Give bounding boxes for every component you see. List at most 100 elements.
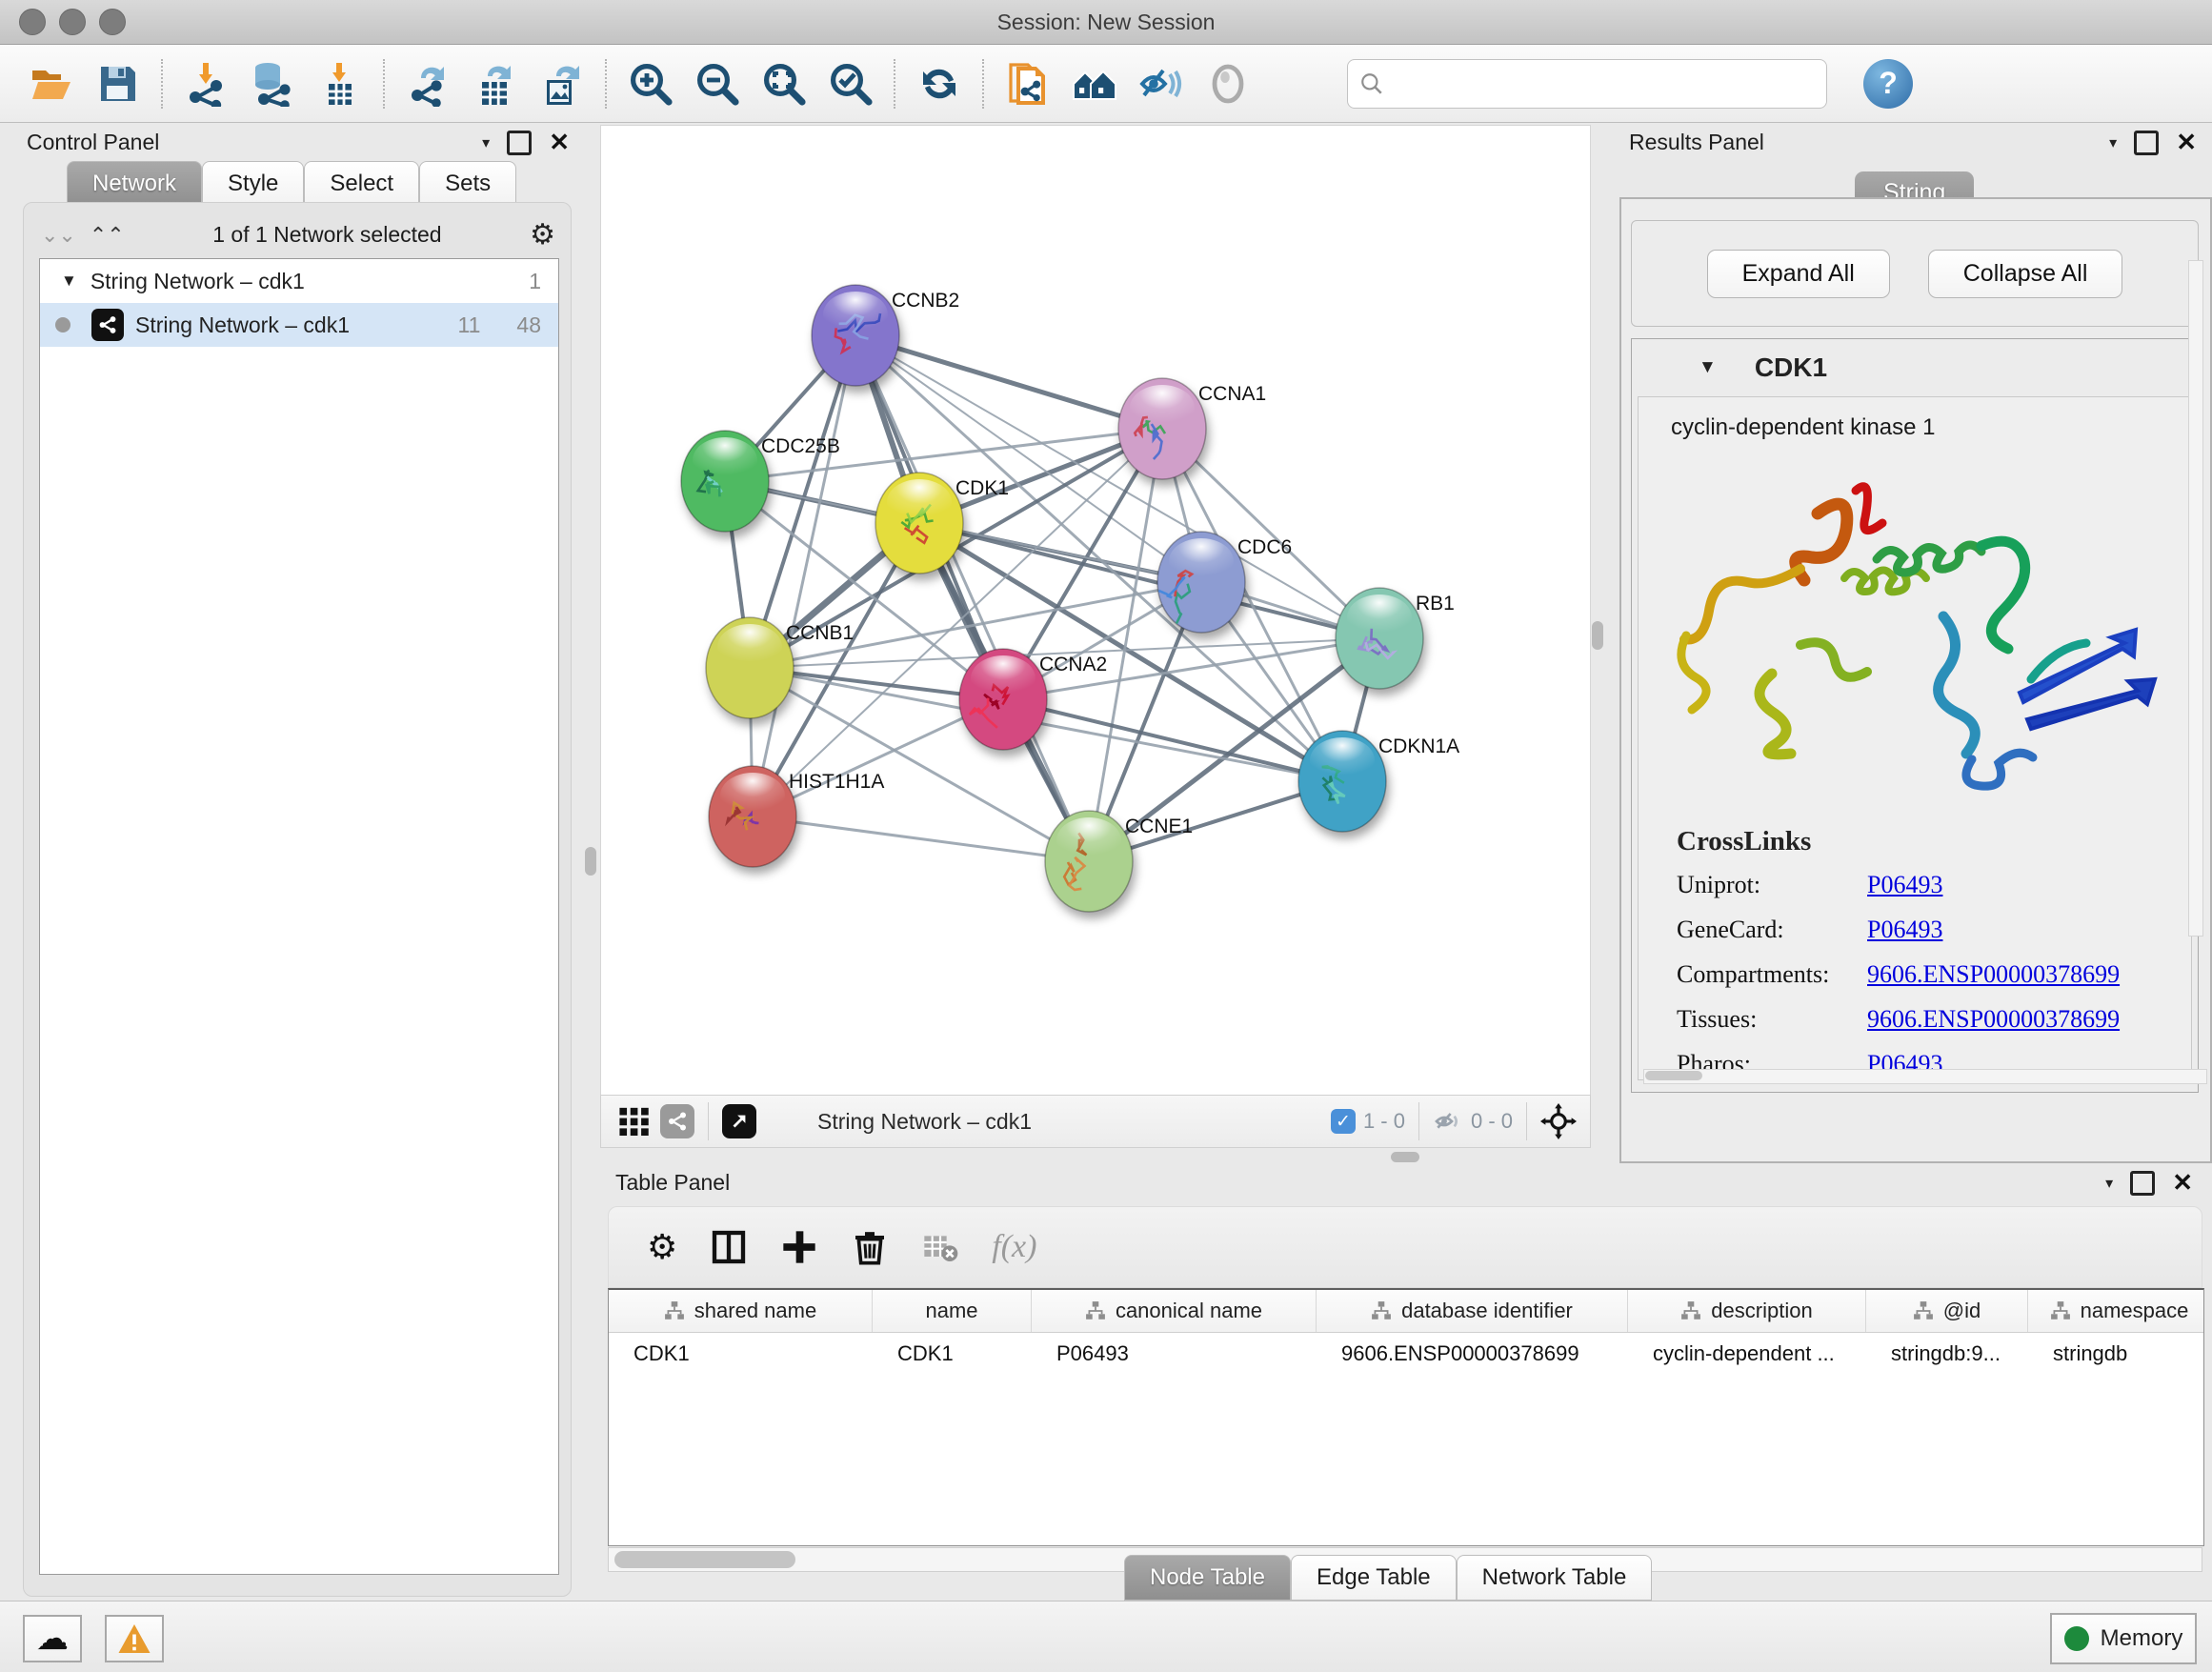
horizontal-splitter-handle[interactable] bbox=[1391, 1152, 1419, 1162]
refresh-button[interactable] bbox=[913, 57, 966, 111]
import-table-from-file-button[interactable] bbox=[313, 57, 367, 111]
expand-all-networks-icon[interactable]: ⌃⌃ bbox=[90, 230, 125, 240]
column-header-description[interactable]: description bbox=[1628, 1290, 1866, 1332]
network-node-CDK1[interactable]: CDK1 bbox=[875, 473, 1009, 574]
save-session-button[interactable] bbox=[91, 57, 145, 111]
tab-network-table[interactable]: Network Table bbox=[1457, 1555, 1653, 1601]
zoom-in-button[interactable] bbox=[624, 57, 677, 111]
export-network-button[interactable] bbox=[402, 57, 455, 111]
column-header-shared-name[interactable]: shared name bbox=[609, 1290, 873, 1332]
crosslink-link[interactable]: 9606.ENSP00000378699 bbox=[1867, 1005, 2120, 1034]
float-panel-icon[interactable] bbox=[2130, 1171, 2155, 1196]
results-horizontal-scrollbar[interactable] bbox=[1643, 1069, 2207, 1084]
crosslink-link[interactable]: P06493 bbox=[1867, 871, 1942, 899]
expand-all-button[interactable]: Expand All bbox=[1707, 250, 1890, 298]
right-splitter-handle[interactable] bbox=[1592, 621, 1603, 650]
network-options-gear-icon[interactable]: ⚙ bbox=[530, 218, 555, 252]
network-edge[interactable] bbox=[919, 523, 1379, 638]
table-cell[interactable]: stringdb:9... bbox=[1866, 1333, 2028, 1375]
column-header-canonical-name[interactable]: canonical name bbox=[1032, 1290, 1317, 1332]
column-header-namespace[interactable]: namespace bbox=[2028, 1290, 2204, 1332]
close-panel-icon[interactable]: ✕ bbox=[2172, 1168, 2193, 1198]
table-cell[interactable]: stringdb bbox=[2028, 1333, 2204, 1375]
collection-expand-icon[interactable]: ▼ bbox=[61, 272, 77, 291]
network-node-CDC6[interactable]: CDC6 bbox=[1157, 532, 1292, 633]
tab-sets[interactable]: Sets bbox=[419, 161, 516, 207]
tab-style[interactable]: Style bbox=[202, 161, 304, 207]
network-node-CCNA2[interactable]: CCNA2 bbox=[959, 649, 1107, 750]
panel-menu-icon[interactable]: ▾ bbox=[2109, 133, 2117, 152]
scrollbar-thumb[interactable] bbox=[614, 1551, 795, 1568]
network-edge[interactable] bbox=[855, 335, 1162, 429]
import-network-from-file-button[interactable] bbox=[180, 57, 233, 111]
selected-checkbox-icon[interactable]: ✓ bbox=[1331, 1109, 1356, 1134]
float-panel-icon[interactable] bbox=[507, 131, 532, 155]
column-header--id[interactable]: @id bbox=[1866, 1290, 2028, 1332]
network-collection-row[interactable]: ▼ String Network – cdk1 1 bbox=[40, 259, 558, 303]
export-table-button[interactable] bbox=[469, 57, 522, 111]
network-edge[interactable] bbox=[753, 335, 855, 816]
table-cell[interactable]: CDK1 bbox=[873, 1333, 1032, 1375]
show-all-button[interactable] bbox=[1201, 57, 1255, 111]
birds-eye-toggle-button[interactable] bbox=[722, 1104, 756, 1138]
network-canvas[interactable]: CCNB2CCNA1CDC25BCDK1CDC6RB1CCNB1CCNA2CDK… bbox=[600, 125, 1591, 1096]
table-row[interactable]: CDK1CDK1P064939606.ENSP00000378699cyclin… bbox=[609, 1333, 2203, 1375]
delete-column-icon[interactable] bbox=[851, 1228, 889, 1266]
zoom-selected-button[interactable] bbox=[824, 57, 877, 111]
table-options-gear-icon[interactable]: ⚙ bbox=[647, 1227, 677, 1267]
network-row[interactable]: String Network – cdk1 11 48 bbox=[40, 303, 558, 347]
crosslink-link[interactable]: 9606.ENSP00000378699 bbox=[1867, 960, 2120, 989]
panel-menu-icon[interactable]: ▾ bbox=[482, 133, 490, 152]
float-panel-icon[interactable] bbox=[2134, 131, 2159, 155]
toolbar-search[interactable] bbox=[1347, 59, 1827, 109]
zoom-fit-button[interactable] bbox=[757, 57, 811, 111]
network-overview-button[interactable] bbox=[660, 1104, 694, 1138]
collapse-all-button[interactable]: Collapse All bbox=[1928, 250, 2123, 298]
network-edge[interactable] bbox=[753, 816, 1089, 861]
network-node-CCNA1[interactable]: CCNA1 bbox=[1118, 378, 1266, 479]
zoom-out-button[interactable] bbox=[691, 57, 744, 111]
left-splitter-handle[interactable] bbox=[585, 847, 596, 876]
home-button[interactable] bbox=[1068, 57, 1121, 111]
network-edge[interactable] bbox=[855, 335, 1089, 861]
network-node-CCNB2[interactable]: CCNB2 bbox=[812, 285, 959, 386]
fit-content-crosshair-icon[interactable] bbox=[1540, 1103, 1577, 1139]
collapse-all-networks-icon[interactable]: ⌄⌄ bbox=[41, 230, 76, 240]
network-node-CDKN1A[interactable]: CDKN1A bbox=[1298, 731, 1459, 832]
scrollbar-thumb[interactable] bbox=[1645, 1071, 1702, 1080]
tab-select[interactable]: Select bbox=[304, 161, 419, 207]
table-cell[interactable]: cyclin-dependent ... bbox=[1628, 1333, 1866, 1375]
add-column-icon[interactable] bbox=[780, 1228, 818, 1266]
warnings-button[interactable] bbox=[105, 1615, 164, 1662]
grid-view-button[interactable] bbox=[618, 1105, 651, 1138]
search-input[interactable] bbox=[1384, 71, 1788, 97]
close-panel-icon[interactable]: ✕ bbox=[549, 128, 570, 157]
node-section-header[interactable]: ▼ CDK1 bbox=[1632, 339, 2198, 396]
memory-button[interactable]: Memory bbox=[2050, 1613, 2197, 1664]
string-app-button[interactable] bbox=[1001, 57, 1055, 111]
export-image-button[interactable] bbox=[535, 57, 589, 111]
open-session-button[interactable] bbox=[25, 57, 78, 111]
column-header-name[interactable]: name bbox=[873, 1290, 1032, 1332]
crosslink-link[interactable]: P06493 bbox=[1867, 916, 1942, 944]
table-cell[interactable]: CDK1 bbox=[609, 1333, 873, 1375]
cloud-status-button[interactable]: ☁ bbox=[23, 1615, 82, 1662]
delete-table-icon[interactable] bbox=[921, 1228, 959, 1266]
tab-network[interactable]: Network bbox=[67, 161, 202, 207]
table-cell[interactable]: P06493 bbox=[1032, 1333, 1317, 1375]
show-columns-icon[interactable] bbox=[710, 1228, 748, 1266]
network-node-RB1[interactable]: RB1 bbox=[1336, 588, 1455, 689]
tab-edge-table[interactable]: Edge Table bbox=[1291, 1555, 1457, 1601]
import-network-from-database-button[interactable] bbox=[247, 57, 300, 111]
network-node-CCNE1[interactable]: CCNE1 bbox=[1045, 811, 1193, 912]
hide-selected-button[interactable] bbox=[1135, 57, 1188, 111]
panel-menu-icon[interactable]: ▾ bbox=[2105, 1174, 2113, 1193]
function-builder-icon[interactable]: f(x) bbox=[992, 1229, 1036, 1265]
close-panel-icon[interactable]: ✕ bbox=[2176, 128, 2197, 157]
network-node-HIST1H1A[interactable]: HIST1H1A bbox=[709, 766, 884, 867]
results-vertical-scrollbar[interactable] bbox=[2188, 260, 2203, 937]
table-cell[interactable]: 9606.ENSP00000378699 bbox=[1317, 1333, 1628, 1375]
network-node-CCNB1[interactable]: CCNB1 bbox=[706, 617, 854, 718]
tab-node-table[interactable]: Node Table bbox=[1124, 1555, 1291, 1601]
section-collapse-icon[interactable]: ▼ bbox=[1699, 357, 1717, 378]
